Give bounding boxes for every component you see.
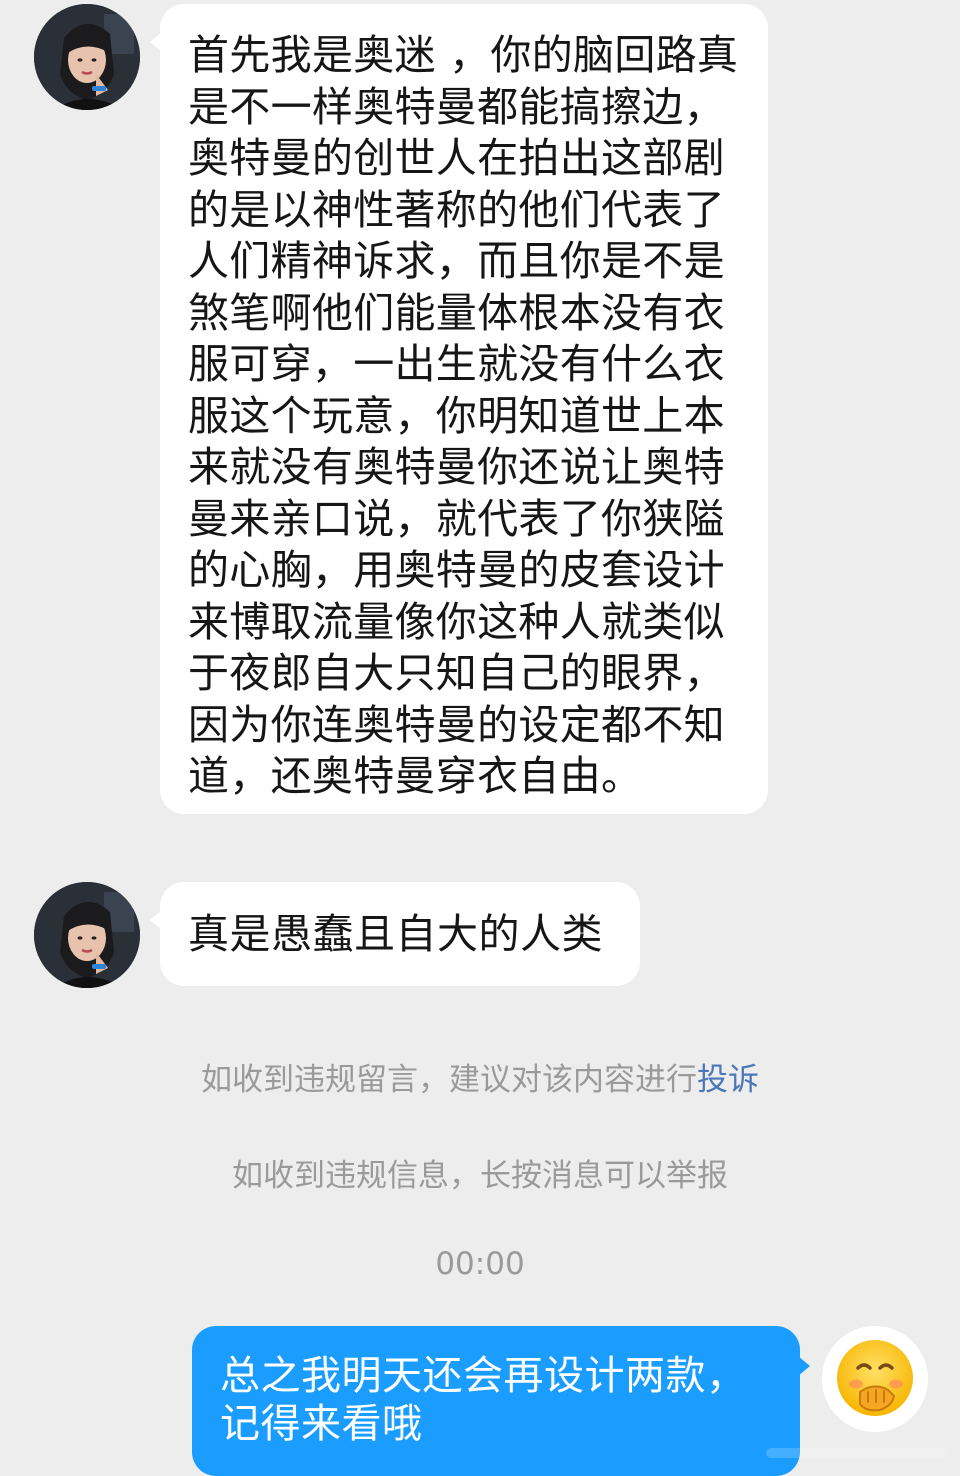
complaint-link[interactable]: 投诉 [697,1062,759,1098]
message-timestamp: 00:00 [435,1246,525,1282]
message-text: 真是愚蠢且自大的人类 [188,910,603,958]
incoming-message-bubble[interactable]: 首先我是奥迷 ，你的脑回路真是不一样奥特曼都能搞擦边，奥特曼的创世人在拍出这部剧… [150,4,768,814]
message-text: 总之我明天还会再设计两款，记得来看哦 [220,1353,747,1447]
complaint-notice: 如收到违规留言，建议对该内容进行投诉 [0,1054,960,1099]
self-avatar[interactable] [822,1326,928,1432]
report-notice: 如收到违规信息，长按消息可以举报 [232,1158,728,1194]
watermark-icon [766,1448,946,1458]
outgoing-message-bubble[interactable]: 总之我明天还会再设计两款，记得来看哦 [192,1326,810,1476]
user-photo-icon [34,4,140,110]
incoming-message-bubble[interactable]: 真是愚蠢且自大的人类 [150,882,640,986]
sender-avatar[interactable] [34,882,140,988]
complaint-notice-text: 如收到违规留言，建议对该内容进行 [201,1062,697,1098]
sender-avatar[interactable] [34,4,140,110]
face-with-hand-over-mouth-emoji-icon [822,1326,928,1432]
chat-thread: 首先我是奥迷 ，你的脑回路真是不一样奥特曼都能搞擦边，奥特曼的创世人在拍出这部剧… [0,0,960,1476]
message-text: 首先我是奥迷 ，你的脑回路真是不一样奥特曼都能搞擦边，奥特曼的创世人在拍出这部剧… [188,31,739,800]
user-photo-icon [34,882,140,988]
